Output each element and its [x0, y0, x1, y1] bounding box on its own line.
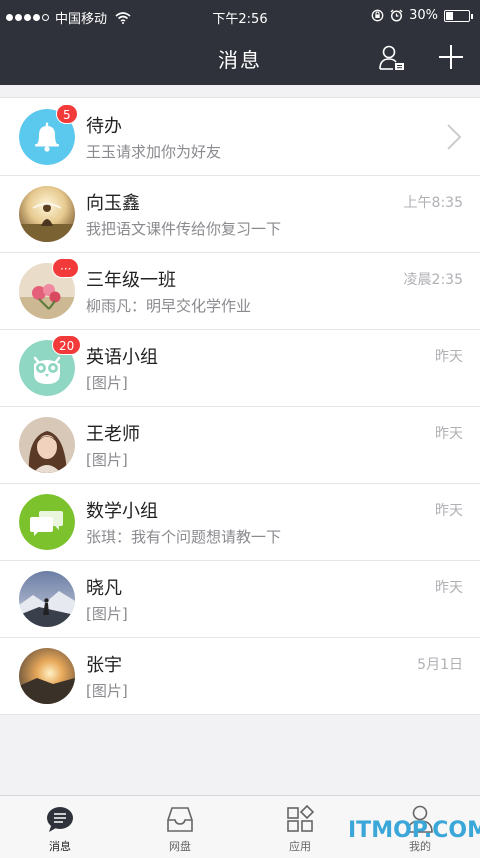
message-preview: 张琪：我有个问题想请教一下 [86, 528, 282, 546]
list-item-conversation[interactable]: 数学小组 张琪：我有个问题想请教一下 昨天 [0, 483, 480, 560]
message-time: 昨天 [435, 426, 463, 442]
chevron-right-icon [447, 124, 462, 150]
conversation-name: 三年级一班 [86, 270, 176, 291]
add-button[interactable] [438, 44, 464, 70]
landscape-avatar-icon [19, 571, 75, 627]
message-time: 昨天 [435, 503, 463, 519]
page-title: 消息 [218, 48, 262, 72]
tab-label: 消息 [49, 840, 71, 853]
list-item-conversation[interactable]: ··· 三年级一班 柳雨凡：明早交化学作业 凌晨2:35 [0, 252, 480, 329]
tab-label: 应用 [289, 840, 311, 853]
sunset-avatar-icon [19, 648, 75, 704]
message-time: 昨天 [435, 349, 463, 365]
conversation-name: 数学小组 [86, 501, 158, 522]
message-preview: 柳雨凡：明早交化学作业 [86, 297, 252, 315]
rotation-lock-icon [371, 9, 384, 22]
list-item-conversation[interactable]: 张宇 [图片] 5月1日 [0, 637, 480, 714]
message-preview: 我把语文课件传给你复习一下 [86, 220, 282, 238]
inbox-tray-icon [167, 807, 193, 832]
portrait-avatar-icon [19, 417, 75, 473]
list-item-todo[interactable]: 5 待办 王玉请求加你为好友 [0, 98, 480, 175]
list-item-conversation[interactable]: 20 英语小组 [图片] 昨天 [0, 329, 480, 406]
avatar [19, 571, 75, 627]
conversation-name: 晓凡 [86, 578, 122, 599]
list-item-conversation[interactable]: 王老师 [图片] 昨天 [0, 406, 480, 483]
apps-grid-icon [287, 804, 315, 832]
conversation-name: 张宇 [86, 655, 122, 676]
contacts-button[interactable] [378, 44, 406, 72]
status-right: 30% [371, 8, 473, 23]
avatar [19, 186, 75, 242]
avatar [19, 648, 75, 704]
battery-icon [444, 9, 473, 22]
avatar [19, 417, 75, 473]
message-time: 凌晨2:35 [403, 272, 463, 288]
more-badge: ··· [52, 258, 80, 278]
alarm-icon [390, 9, 403, 22]
unread-badge: 20 [52, 335, 82, 355]
status-bar: 中国移动 下午2:56 30% [0, 0, 480, 32]
list-item-conversation[interactable]: 晓凡 [图片] 昨天 [0, 560, 480, 637]
conversation-name: 英语小组 [86, 347, 158, 368]
nav-bar: 消息 [0, 32, 480, 85]
battery-percent: 30% [409, 8, 438, 23]
message-time: 5月1日 [417, 657, 463, 673]
message-preview: 王玉请求加你为好友 [86, 143, 222, 161]
list-item-conversation[interactable]: 向玉鑫 我把语文课件传给你复习一下 上午8:35 [0, 175, 480, 252]
tab-messages[interactable]: 消息 [0, 796, 120, 858]
conversation-name: 王老师 [86, 424, 140, 445]
unread-badge: 5 [56, 104, 78, 124]
chat-bubbles-icon [19, 494, 75, 550]
message-list: 5 待办 王玉请求加你为好友 向玉鑫 我把语文课件传给你复习一下 上午8:35 … [0, 97, 480, 715]
photo-avatar-icon [19, 186, 75, 242]
message-preview: [图片] [86, 605, 128, 623]
conversation-name: 向玉鑫 [86, 193, 140, 214]
message-icon [47, 807, 73, 832]
message-preview: [图片] [86, 682, 128, 700]
tab-apps[interactable]: 应用 [240, 796, 360, 858]
tab-label: 网盘 [169, 840, 191, 853]
conversation-name: 待办 [86, 116, 122, 137]
message-time: 昨天 [435, 580, 463, 596]
tab-cloud-disk[interactable]: 网盘 [120, 796, 240, 858]
battery-fill [446, 11, 453, 20]
message-preview: [图片] [86, 451, 128, 469]
message-time: 上午8:35 [403, 195, 463, 211]
message-preview: [图片] [86, 374, 128, 392]
watermark: ITMOP.COM [348, 818, 480, 843]
avatar [19, 494, 75, 550]
